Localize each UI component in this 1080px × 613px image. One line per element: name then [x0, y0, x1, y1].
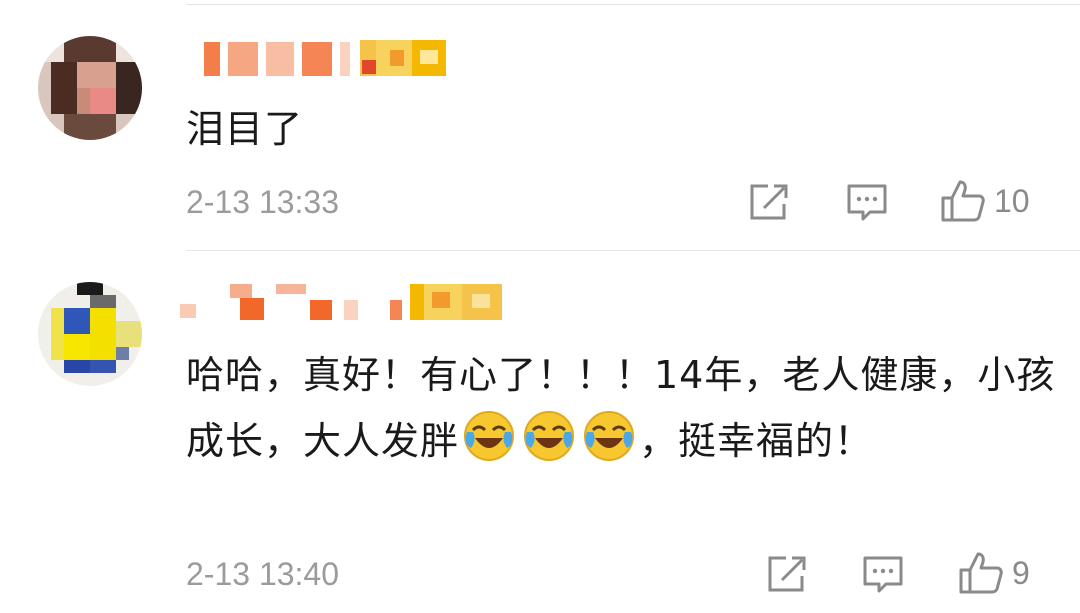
comment-timestamp: 2-13 13:33 — [186, 184, 340, 220]
top-divider — [186, 4, 1080, 5]
share-icon — [768, 556, 806, 592]
comment-timestamp: 2-13 13:40 — [186, 556, 340, 592]
reply-button[interactable] — [846, 182, 888, 222]
username-blurred[interactable] — [180, 284, 510, 324]
like-count: 9 — [1012, 554, 1030, 591]
avatar[interactable] — [38, 36, 142, 140]
share-icon — [750, 184, 788, 220]
like-count: 10 — [994, 182, 1030, 219]
reply-button[interactable] — [862, 554, 904, 594]
laugh-cry-emoji — [583, 410, 635, 462]
comment-icon — [847, 184, 887, 221]
thumbs-up-icon — [941, 180, 985, 222]
comment-text: 泪目了 — [186, 107, 304, 151]
username-blurred[interactable] — [192, 38, 454, 78]
thumbs-up-icon — [959, 552, 1003, 594]
comment-divider — [186, 250, 1080, 251]
avatar[interactable] — [38, 282, 142, 386]
like-button[interactable]: 9 — [958, 550, 1030, 596]
like-button[interactable]: 10 — [940, 178, 1030, 224]
share-button[interactable] — [766, 554, 808, 594]
share-button[interactable] — [748, 182, 790, 222]
comment-text: 哈哈，真好！有心了！！！14年，老人健康，小孩成长，大人发胖 ，挺幸福的！ — [186, 342, 1056, 474]
comment-icon — [863, 556, 903, 593]
laugh-cry-emoji — [523, 410, 575, 462]
laugh-cry-emoji — [463, 410, 515, 462]
comment-text-part: ，挺幸福的！ — [639, 419, 874, 463]
